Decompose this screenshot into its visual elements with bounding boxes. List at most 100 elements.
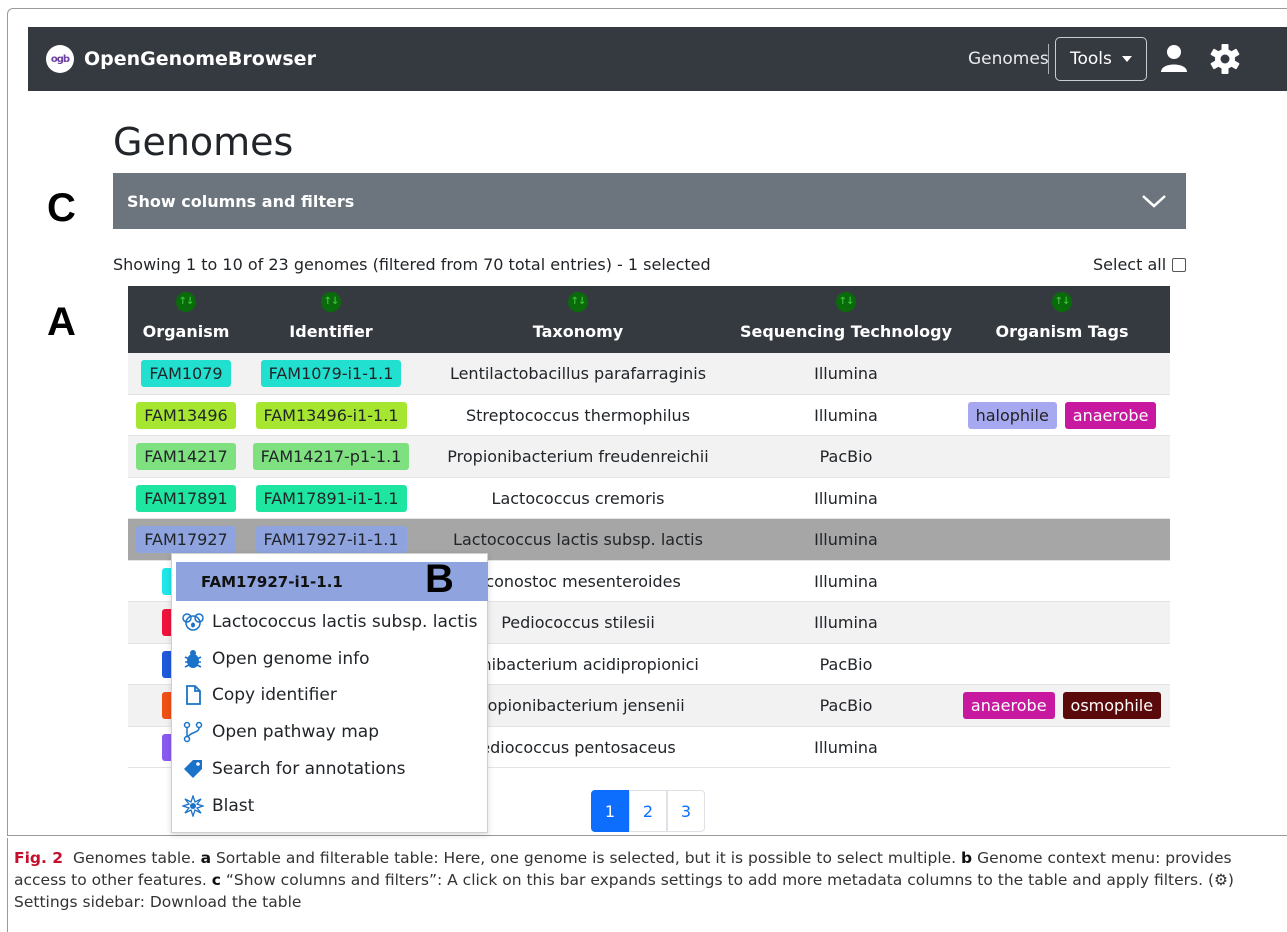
- blast-icon: [182, 795, 204, 817]
- brand[interactable]: ogb OpenGenomeBrowser: [46, 45, 316, 73]
- cell-sequencing-technology: Illumina: [814, 364, 878, 383]
- column-header-organism[interactable]: ↑↓ Organism: [128, 286, 244, 353]
- figure-caption: Fig. 2 Genomes table. a Sortable and fil…: [14, 847, 1284, 913]
- identifier-badge[interactable]: FAM17891-i1-1.1: [255, 484, 407, 512]
- table-row[interactable]: FAM17891 FAM17891-i1-1.1 Lactococcus cremo…: [128, 477, 1170, 519]
- page-title: Genomes: [113, 120, 294, 164]
- cell-taxonomy: Streptococcus thermophilus: [465, 405, 691, 425]
- identifier-badge[interactable]: FAM17927-i1-1.1: [255, 526, 407, 553]
- cell-sequencing-technology: PacBio: [819, 447, 873, 466]
- organism-tag[interactable]: anaerobe: [1064, 401, 1157, 429]
- cell-organism-tags: [954, 561, 1170, 602]
- panel-letter-b: B: [425, 557, 454, 601]
- cell-organism-tags: [954, 602, 1170, 643]
- caret-down-icon: [1121, 56, 1132, 62]
- cell-identifier: FAM1079-i1-1.1: [244, 353, 418, 394]
- organism-tag[interactable]: anaerobe: [962, 692, 1055, 719]
- bug-icon: [182, 648, 204, 670]
- menu-item-copy-identifier[interactable]: Copy identifier: [182, 680, 337, 710]
- organism-badge[interactable]: FAM14217: [136, 443, 236, 470]
- cell-organism: FAM13496: [128, 395, 244, 436]
- identifier-badge[interactable]: FAM14217-p1-1.1: [252, 443, 410, 470]
- menu-item-taxonomy[interactable]: Lactococcus lactis subsp. lactis: [182, 607, 478, 637]
- menu-item-label: Open genome info: [212, 649, 370, 669]
- sort-icon[interactable]: ↑↓: [836, 292, 856, 312]
- menu-item-open-pathway-map[interactable]: Open pathway map: [182, 717, 379, 747]
- organism-badge[interactable]: FAM13496: [136, 401, 236, 429]
- page-1-button[interactable]: 1: [591, 790, 629, 832]
- menu-item-open-genome-info[interactable]: Open genome info: [182, 644, 370, 674]
- menu-item-label: Search for annotations: [212, 759, 406, 779]
- column-label: Organism: [142, 322, 230, 341]
- organism-tag[interactable]: halophile: [967, 401, 1057, 429]
- column-label: Taxonomy: [532, 322, 624, 341]
- show-columns-filters-bar[interactable]: Show columns and filters: [113, 173, 1186, 229]
- column-label: Sequencing Technology: [739, 322, 953, 341]
- organism-badge[interactable]: FAM1079: [141, 360, 231, 387]
- page-2-button[interactable]: 2: [629, 790, 667, 832]
- table-summary: Showing 1 to 10 of 23 genomes (filtered …: [113, 255, 711, 274]
- tools-label: Tools: [1070, 49, 1112, 69]
- cell-sequencing-technology: Illumina: [814, 405, 878, 425]
- copy-icon: [182, 684, 204, 706]
- cell-taxonomy: Propionibacterium freudenreichii: [447, 447, 709, 466]
- menu-item-label: Lactococcus lactis subsp. lactis: [212, 612, 478, 632]
- cell-sequencing-technology: Illumina: [814, 488, 878, 508]
- gear-icon[interactable]: [1208, 42, 1242, 76]
- page-3-button[interactable]: 3: [667, 790, 705, 832]
- menu-item-blast[interactable]: Blast: [182, 791, 254, 821]
- sort-icon[interactable]: ↑↓: [568, 292, 588, 312]
- select-all[interactable]: Select all: [1093, 255, 1187, 274]
- tools-dropdown[interactable]: Tools: [1055, 37, 1147, 81]
- filters-label: Show columns and filters: [127, 191, 355, 211]
- table-row[interactable]: FAM1079 FAM1079-i1-1.1 Lentilactobacillus …: [128, 353, 1170, 395]
- koala-icon: [182, 611, 204, 633]
- column-header-sequencing-technology[interactable]: ↑↓ Sequencing Technology: [738, 286, 954, 353]
- caption-rule: [7, 838, 8, 932]
- panel-letter-c: C: [47, 186, 76, 230]
- select-all-checkbox[interactable]: [1172, 257, 1187, 272]
- menu-item-label: Blast: [212, 796, 255, 816]
- column-header-identifier[interactable]: ↑↓ Identifier: [244, 286, 418, 353]
- menu-item-search-annotations[interactable]: Search for annotations: [182, 754, 405, 784]
- cell-organism-tags: [954, 436, 1170, 477]
- user-icon[interactable]: [1158, 42, 1190, 74]
- caption-fig-label: Fig. 2: [14, 849, 64, 867]
- cell-organism-tags: halophile anaerobe: [954, 395, 1170, 436]
- nav-divider: [1048, 44, 1049, 74]
- organism-tag[interactable]: osmophile: [1062, 692, 1162, 719]
- brand-name: OpenGenomeBrowser: [84, 48, 316, 70]
- sort-icon[interactable]: ↑↓: [1052, 292, 1072, 312]
- cell-sequencing-technology: PacBio: [819, 696, 873, 715]
- pagination: 1 2 3: [591, 790, 705, 832]
- context-menu-title-text: FAM17927-i1-1.1: [201, 572, 343, 591]
- menu-item-label: Open pathway map: [212, 722, 380, 742]
- cell-organism-tags: [954, 727, 1170, 768]
- cell-identifier: FAM13496-i1-1.1: [244, 395, 418, 436]
- cell-organism: FAM1079: [128, 353, 244, 394]
- identifier-badge[interactable]: FAM13496-i1-1.1: [255, 401, 407, 429]
- caption-key-b: b: [961, 849, 973, 867]
- column-label: Organism Tags: [995, 322, 1129, 341]
- caption-key-a: a: [200, 849, 212, 867]
- sort-icon[interactable]: ↑↓: [321, 292, 341, 312]
- column-header-taxonomy[interactable]: ↑↓ Taxonomy: [418, 286, 738, 353]
- caption-text-a: Sortable and filterable table: Here, one…: [215, 849, 957, 867]
- cell-identifier: FAM14217-p1-1.1: [244, 436, 418, 477]
- table-row[interactable]: FAM14217 FAM14217-p1-1.1 Propionibacterium…: [128, 436, 1170, 478]
- cell-sequencing-technology: Illumina: [814, 530, 878, 549]
- column-header-organism-tags[interactable]: ↑↓ Organism Tags: [954, 286, 1170, 353]
- sort-icon[interactable]: ↑↓: [176, 292, 196, 312]
- panel-letter-a: A: [47, 300, 76, 344]
- cell-organism-tags: [954, 353, 1170, 394]
- organism-badge[interactable]: FAM17927: [136, 526, 236, 553]
- cell-organism-tags: [954, 644, 1170, 685]
- nav-genomes-link[interactable]: Genomes: [968, 49, 1049, 69]
- organism-badge[interactable]: FAM17891: [136, 484, 236, 512]
- cell-sequencing-technology: PacBio: [819, 654, 873, 674]
- identifier-badge[interactable]: FAM1079-i1-1.1: [260, 360, 402, 387]
- table-row[interactable]: FAM13496 FAM13496-i1-1.1 Streptococcus the…: [128, 394, 1170, 436]
- caption-key-c: c: [211, 871, 221, 889]
- pathway-icon: [182, 721, 204, 743]
- cell-taxonomy: Lentilactobacillus parafarraginis: [449, 364, 707, 383]
